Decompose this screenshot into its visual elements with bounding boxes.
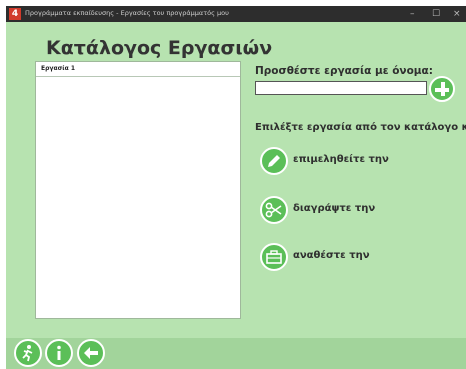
assign-task-button[interactable]: αναθέστε την (260, 243, 460, 271)
delete-task-label: διαγράψτε την (293, 203, 376, 214)
close-button[interactable]: × (453, 8, 461, 20)
info-icon (47, 341, 71, 365)
app-window: 4 Προγράμματα εκπαίδευσης - Εργασίες του… (6, 6, 466, 369)
select-task-prompt: Επιλέξτε εργασία από τον κατάλογο και (255, 122, 466, 133)
edit-task-button[interactable]: επιμεληθείτε την (260, 147, 460, 175)
maximize-button[interactable]: ☐ (432, 8, 440, 20)
add-task-label: Προσθέστε εργασία με όνομα: (255, 65, 433, 77)
running-man-icon (16, 341, 40, 365)
add-task-button[interactable] (429, 76, 455, 102)
title-bar: 4 Προγράμματα εκπαίδευσης - Εργασίες του… (6, 6, 466, 22)
list-item[interactable]: Εργασία 1 (36, 62, 240, 77)
bottom-toolbar (6, 338, 466, 369)
edit-task-label: επιμεληθείτε την (293, 154, 389, 165)
window-title: Προγράμματα εκπαίδευσης - Εργασίες του π… (25, 9, 229, 17)
info-button[interactable] (45, 339, 73, 367)
page-title: Κατάλογος Εργασιών (46, 37, 273, 59)
delete-task-button[interactable]: διαγράψτε την (260, 196, 460, 224)
scissors-icon (260, 196, 288, 224)
assign-task-label: αναθέστε την (293, 250, 370, 261)
arrow-left-icon (79, 341, 103, 365)
task-name-input[interactable] (255, 81, 427, 95)
app-icon: 4 (9, 8, 21, 20)
back-button[interactable] (77, 339, 105, 367)
task-list[interactable]: Εργασία 1 (35, 61, 241, 319)
minimize-button[interactable]: – (410, 8, 415, 20)
pencil-icon (260, 147, 288, 175)
briefcase-icon (260, 243, 288, 271)
exit-button[interactable] (14, 339, 42, 367)
